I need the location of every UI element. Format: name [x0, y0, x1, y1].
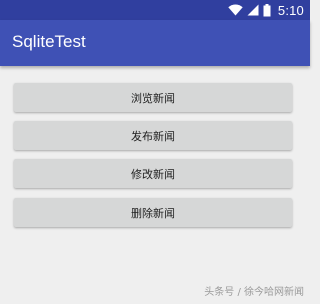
status-bar: 5:10 [0, 0, 310, 20]
app-bar: SqliteTest [0, 20, 310, 66]
watermark: 头条号 / 徐今哈网新闻 [204, 287, 304, 298]
browse-news-button[interactable]: 浏览新闻 [14, 83, 292, 112]
delete-news-button[interactable]: 删除新闻 [14, 198, 292, 227]
signal-icon [247, 4, 259, 16]
edit-news-button[interactable]: 修改新闻 [14, 159, 292, 188]
wifi-icon [228, 4, 243, 16]
publish-news-button[interactable]: 发布新闻 [14, 121, 292, 150]
app-title: SqliteTest [12, 32, 86, 51]
battery-icon [263, 3, 271, 17]
status-icons: 5:10 [228, 2, 304, 18]
status-time: 5:10 [277, 2, 304, 18]
